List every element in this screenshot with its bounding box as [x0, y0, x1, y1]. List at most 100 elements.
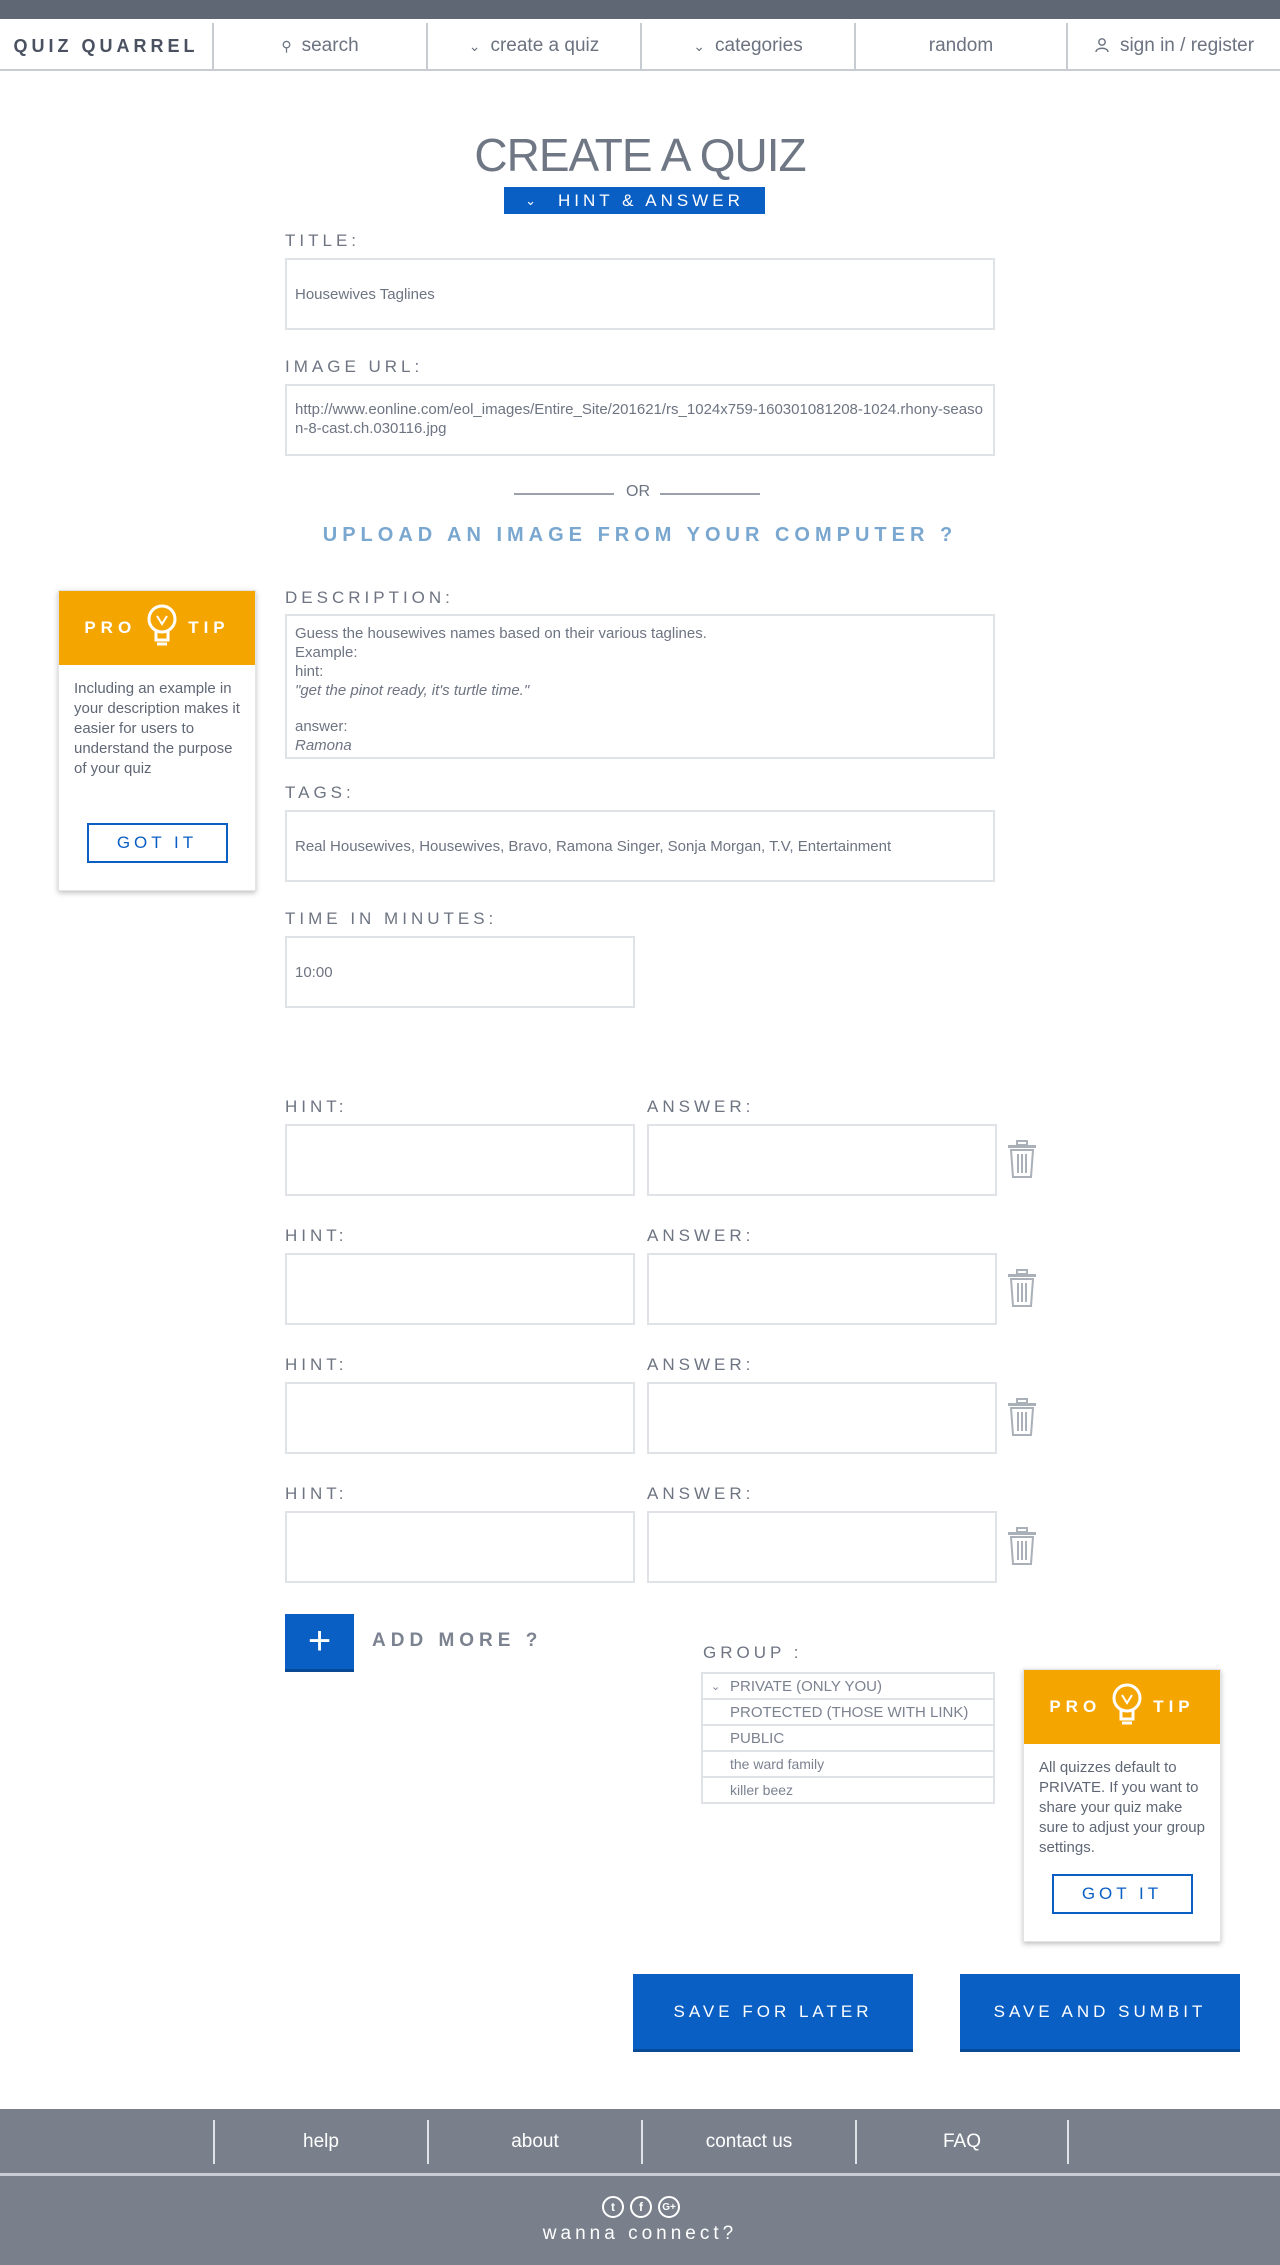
trash-icon[interactable] [1007, 1527, 1037, 1565]
trash-icon[interactable] [1007, 1269, 1037, 1307]
footer-contact-link[interactable]: contact us [641, 2120, 855, 2164]
chevron-down-icon: ⌄ [711, 1680, 721, 1693]
main-nav: QUIZ QUARREL ⚲ search ⌄ create a quiz ⌄ … [0, 19, 1280, 71]
description-line: "get the pinot ready, it's turtle time." [295, 682, 530, 699]
image-url-value: http://www.eonline.com/eol_images/Entire… [295, 401, 983, 437]
pro-tip-header: PRO TIP [59, 591, 255, 665]
google-plus-icon[interactable]: G+ [658, 2196, 680, 2218]
group-option-selected[interactable]: ⌄ PRIVATE (ONLY YOU) [701, 1672, 995, 1700]
nav-random[interactable]: random [854, 23, 1066, 69]
hint-label: HINT: [285, 1097, 348, 1116]
description-line: answer: [295, 718, 348, 735]
group-option[interactable]: PUBLIC [701, 1724, 995, 1752]
got-it-button[interactable]: GOT IT [1051, 1874, 1193, 1914]
upload-image-link[interactable]: UPLOAD AN IMAGE FROM YOUR COMPUTER ? [0, 524, 1280, 547]
group-option-label: killer beez [730, 1782, 794, 1798]
nav-create-quiz[interactable]: ⌄ create a quiz [426, 23, 640, 69]
description-line: hint: [295, 663, 324, 680]
site-logo[interactable]: QUIZ QUARREL [0, 23, 212, 69]
hint-label: HINT: [285, 1484, 348, 1503]
pro-tip-card: PRO TIP Including an example in your des… [58, 590, 256, 891]
hint-label: HINT: [285, 1355, 348, 1374]
add-more-label[interactable]: ADD MORE ? [372, 1630, 542, 1652]
answer-label: ANSWER: [647, 1226, 755, 1245]
nav-search[interactable]: ⚲ search [212, 23, 426, 69]
pro-tip-text: Including an example in your description… [74, 680, 240, 777]
description-textarea[interactable]: Guess the housewives names based on thei… [285, 614, 995, 759]
nav-random-label: random [928, 35, 994, 56]
twitter-icon[interactable]: t [602, 2196, 624, 2218]
pro-text: PRO [1049, 1697, 1102, 1716]
group-option[interactable]: the ward family [701, 1750, 995, 1778]
lightbulb-icon [144, 602, 180, 655]
tags-value: Real Housewives, Housewives, Bravo, Ramo… [295, 837, 892, 855]
description-label: DESCRIPTION: [285, 588, 454, 607]
save-and-submit-button[interactable]: SAVE AND SUMBIT [960, 1974, 1240, 2049]
hint-input[interactable] [285, 1511, 635, 1583]
answer-input[interactable] [647, 1382, 997, 1454]
divider [514, 493, 614, 495]
tip-text: TIP [1153, 1697, 1195, 1716]
time-label: TIME IN MINUTES: [285, 909, 498, 928]
title-value: Housewives Taglines [295, 285, 435, 303]
page-title: CREATE A QUIZ [474, 129, 806, 181]
pro-tip-text: All quizzes default to PRIVATE. If you w… [1039, 1759, 1205, 1856]
nav-categories[interactable]: ⌄ categories [640, 23, 854, 69]
divider [660, 493, 760, 495]
search-icon: ⚲ [281, 37, 292, 54]
nav-sign-in[interactable]: sign in / register [1066, 23, 1280, 69]
chevron-down-icon: ⌄ [525, 192, 541, 208]
pro-tip-card: PRO TIP All quizzes default to PRIVATE. … [1023, 1669, 1221, 1942]
or-text: OR [626, 483, 650, 500]
quiz-mode-label: HINT & ANSWER [558, 190, 744, 210]
group-option-label: the ward family [730, 1756, 825, 1772]
answer-label: ANSWER: [647, 1355, 755, 1374]
footer-social [0, 2176, 1280, 2265]
footer-faq-link[interactable]: FAQ [855, 2120, 1069, 2164]
footer-about-link[interactable]: about [427, 2120, 641, 2164]
nav-create-label: create a quiz [490, 35, 600, 56]
hint-input[interactable] [285, 1382, 635, 1454]
title-label: TITLE: [285, 231, 361, 250]
description-line: Ramona [295, 737, 352, 754]
image-url-label: IMAGE URL: [285, 357, 424, 376]
answer-input[interactable] [647, 1511, 997, 1583]
wanna-connect-text: wanna connect? [542, 2223, 738, 2244]
time-value: 10:00 [295, 963, 333, 981]
top-strip [0, 0, 1280, 19]
footer-help-link[interactable]: help [213, 2120, 427, 2164]
group-option[interactable]: PROTECTED (THOSE WITH LINK) [701, 1698, 995, 1726]
hint-input[interactable] [285, 1253, 635, 1325]
got-it-button[interactable]: GOT IT [86, 823, 228, 863]
tags-input[interactable]: Real Housewives, Housewives, Bravo, Ramo… [285, 810, 995, 882]
trash-icon[interactable] [1007, 1398, 1037, 1436]
nav-categories-label: categories [715, 35, 803, 56]
group-option-label: PROTECTED (THOSE WITH LINK) [730, 1703, 969, 1721]
description-line: Guess the housewives names based on thei… [295, 625, 707, 642]
hint-input[interactable] [285, 1124, 635, 1196]
nav-signin-label: sign in / register [1119, 35, 1255, 56]
group-select[interactable]: ⌄ PRIVATE (ONLY YOU) PROTECTED (THOSE WI… [701, 1672, 995, 1804]
answer-input[interactable] [647, 1124, 997, 1196]
nav-search-label: search [301, 35, 359, 56]
description-line: Example: [295, 644, 358, 661]
image-url-input[interactable]: http://www.eonline.com/eol_images/Entire… [285, 384, 995, 456]
save-for-later-button[interactable]: SAVE FOR LATER [633, 1974, 913, 2049]
group-label: GROUP : [703, 1643, 803, 1662]
facebook-icon[interactable]: f [630, 2196, 652, 2218]
hint-label: HINT: [285, 1226, 348, 1245]
time-input[interactable]: 10:00 [285, 936, 635, 1008]
pro-tip-header: PRO TIP [1024, 1670, 1220, 1744]
group-option[interactable]: killer beez [701, 1776, 995, 1804]
add-more-button[interactable]: + [285, 1614, 354, 1669]
answer-input[interactable] [647, 1253, 997, 1325]
answer-label: ANSWER: [647, 1097, 755, 1116]
quiz-mode-select[interactable]: ⌄ HINT & ANSWER [504, 187, 765, 214]
group-option-label: PRIVATE (ONLY YOU) [730, 1677, 882, 1695]
user-icon [1094, 37, 1110, 56]
pro-text: PRO [84, 618, 137, 637]
title-input[interactable]: Housewives Taglines [285, 258, 995, 330]
chevron-down-icon: ⌄ [468, 37, 481, 54]
lightbulb-icon [1109, 1681, 1145, 1734]
trash-icon[interactable] [1007, 1140, 1037, 1178]
